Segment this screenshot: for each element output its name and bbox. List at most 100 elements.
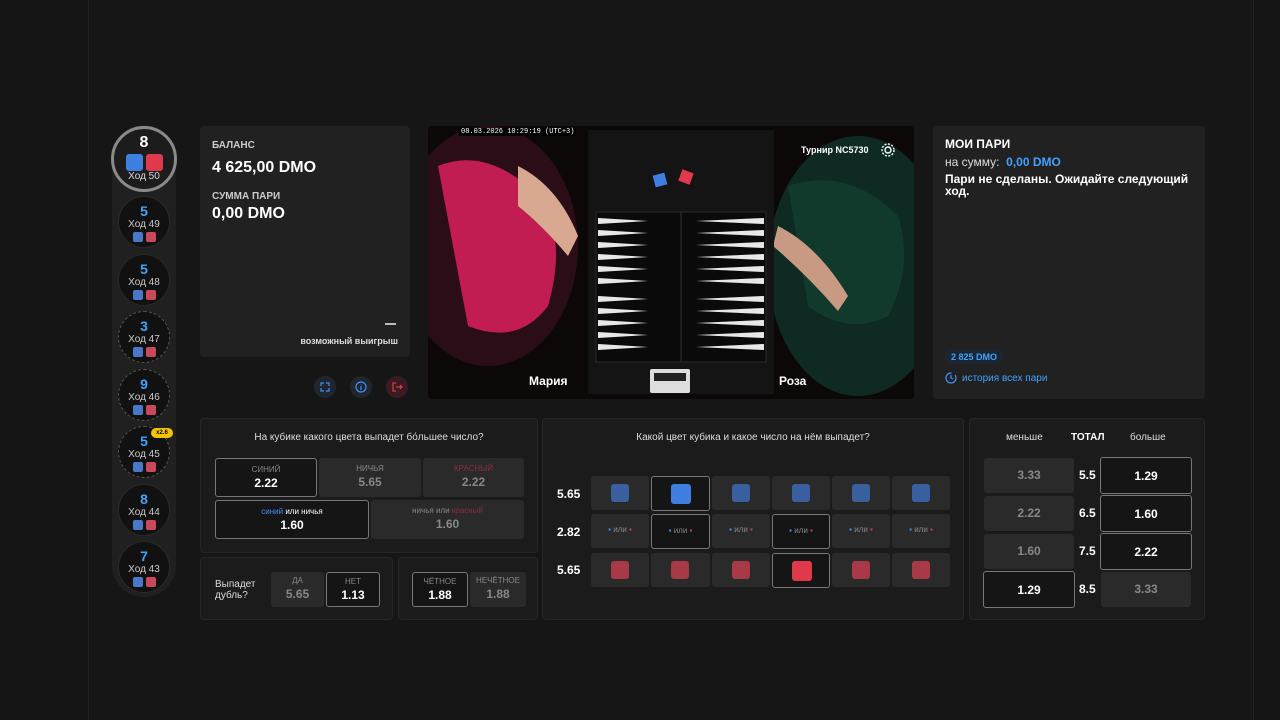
red-die-icon <box>792 561 812 581</box>
bet-red-3[interactable] <box>712 553 770 587</box>
blue-die-icon <box>732 484 750 502</box>
history-item[interactable]: 3 Ход 47 <box>118 311 170 363</box>
current-roll-number: 8 <box>139 134 149 151</box>
bet-either-5[interactable]: ▪ или ▪ <box>832 514 890 548</box>
history-number: 7 <box>140 548 148 564</box>
bet-more-5-5[interactable]: 1.29 <box>1100 457 1192 494</box>
bet-either-1[interactable]: ▪ или ▪ <box>591 514 649 548</box>
bet-more-6-5[interactable]: 1.60 <box>1100 495 1192 532</box>
red-die-icon <box>145 154 163 171</box>
bet-either-4[interactable]: ▪ или ▪ <box>772 514 830 549</box>
settings-button[interactable] <box>881 143 895 162</box>
blue-or-draw-b: ничья <box>301 507 323 516</box>
blue-die-icon <box>132 405 143 415</box>
double-yes-odds: 5.65 <box>285 587 310 601</box>
row-odds: 5.65 <box>557 563 581 577</box>
bet-blue[interactable]: СИНИЙ 2.22 <box>215 458 317 497</box>
double-yes-label: ДА <box>292 576 303 585</box>
more-odds: 1.60 <box>1134 507 1158 521</box>
bet-blue-5[interactable] <box>832 476 890 510</box>
total-header: ТОТАЛ <box>1071 432 1105 443</box>
blue-die-icon <box>792 484 810 502</box>
bet-draw-or-red-odds: 1.60 <box>435 517 460 531</box>
bet-odd[interactable]: НЕЧЁТНОЕ 1.88 <box>470 572 526 607</box>
red-die-icon <box>671 561 689 579</box>
blue-die-icon <box>132 347 143 357</box>
bet-red-1[interactable] <box>591 553 649 587</box>
my-bets-panel: МОИ ПАРИ на сумму: 0,00 DMO Пари не сдел… <box>933 126 1205 399</box>
bet-red-5[interactable] <box>832 553 890 587</box>
blue-die-icon <box>132 290 143 300</box>
history-number: 3 <box>140 318 148 334</box>
history-item[interactable]: 8 Ход 44 <box>118 484 170 536</box>
blue-die-icon <box>132 520 143 530</box>
bet-double-no[interactable]: НЕТ 1.13 <box>326 572 380 607</box>
or-label: или <box>613 525 627 534</box>
total-value: 8.5 <box>1079 582 1096 596</box>
bet-draw[interactable]: НИЧЬЯ 5.65 <box>319 458 421 497</box>
exit-button[interactable] <box>386 376 408 398</box>
bet-draw-odds: 5.65 <box>358 475 382 489</box>
bet-double-yes[interactable]: ДА 5.65 <box>271 572 324 607</box>
current-roll: 8 Ход 50 <box>111 126 177 192</box>
balance-label: БАЛАНС <box>212 140 255 151</box>
bet-blue-6[interactable] <box>892 476 950 510</box>
bet-red-2[interactable] <box>651 553 710 587</box>
balance-value: 4 625,00 DMO <box>212 159 317 176</box>
even-label: ЧЁТНОЕ <box>423 577 457 586</box>
bet-blue-2[interactable] <box>651 476 710 511</box>
history-turn: Ход 43 <box>128 564 160 575</box>
bet-more-8-5[interactable]: 3.33 <box>1101 572 1191 607</box>
blue-die-icon <box>132 462 143 472</box>
bet-sum-value: 0,00 DMO <box>212 205 285 222</box>
red-die-icon <box>145 232 156 242</box>
live-video: 08.03.2026 10:29:19 (UTC+3) Турнир NC573… <box>428 126 914 399</box>
bet-red-6[interactable] <box>892 553 950 587</box>
double-no-odds: 1.13 <box>341 588 365 602</box>
bet-either-6[interactable]: ▪ или ▪ <box>892 514 950 548</box>
bet-less-5-5[interactable]: 3.33 <box>984 458 1074 493</box>
bet-less-7-5[interactable]: 1.60 <box>984 534 1074 569</box>
blue-die-icon <box>611 484 629 502</box>
bet-draw-or-red[interactable]: ничья или красный 1.60 <box>371 500 524 539</box>
history-item[interactable]: 7 Ход 43 <box>118 541 170 593</box>
bet-blue-3[interactable] <box>712 476 770 510</box>
bet-less-8-5[interactable]: 1.29 <box>983 571 1075 608</box>
bet-more-7-5[interactable]: 2.22 <box>1100 533 1192 570</box>
history-turn: Ход 47 <box>128 334 160 345</box>
less-header: меньше <box>1006 432 1043 443</box>
current-roll-turn: Ход 50 <box>128 171 160 182</box>
bet-even[interactable]: ЧЁТНОЕ 1.88 <box>412 572 468 607</box>
dice-question: Какой цвет кубика и какое число на нём в… <box>636 432 870 443</box>
bet-less-6-5[interactable]: 2.22 <box>984 496 1074 531</box>
red-die-icon <box>852 561 870 579</box>
color-bet-panel: На кубике какого цвета выпадет бо́льшее … <box>200 418 538 553</box>
or-label: или <box>914 525 928 534</box>
possible-win-label: возможный выигрыш <box>300 336 398 346</box>
history-turn: Ход 48 <box>128 277 160 288</box>
bet-red-4[interactable] <box>772 553 830 588</box>
red-die-icon <box>145 520 156 530</box>
red-die-icon <box>732 561 750 579</box>
total-value: 6.5 <box>1079 506 1096 520</box>
balance-panel: БАЛАНС 4 625,00 DMO СУММА ПАРИ 0,00 DMO … <box>200 126 410 357</box>
draw-or-red-or: или <box>435 506 450 515</box>
bet-blue-or-draw[interactable]: синий или ничья 1.60 <box>215 500 369 539</box>
bet-blue-1[interactable] <box>591 476 649 510</box>
fullscreen-button[interactable] <box>314 376 336 398</box>
history-item[interactable]: 9 Ход 46 <box>118 369 170 421</box>
bet-red[interactable]: КРАСНЫЙ 2.22 <box>423 458 524 497</box>
backgammon-table-scene <box>428 126 914 399</box>
amount-chip[interactable]: 2 825 DMO <box>945 350 1004 364</box>
bet-either-3[interactable]: ▪ или ▪ <box>712 514 770 548</box>
bet-red-label: КРАСНЫЙ <box>453 464 493 473</box>
info-button[interactable] <box>350 376 372 398</box>
history-item[interactable]: 5 Ход 48 <box>118 254 170 306</box>
bet-blue-4[interactable] <box>772 476 830 510</box>
history-item[interactable]: 5 Ход 49 <box>118 196 170 248</box>
history-number: 5 <box>140 203 148 219</box>
bet-either-2[interactable]: ▪ или ▪ <box>651 514 710 549</box>
bet-history-link[interactable]: история всех пари <box>945 372 1047 384</box>
history-number: 8 <box>140 491 148 507</box>
bet-sum-label: СУММА ПАРИ <box>212 191 281 202</box>
